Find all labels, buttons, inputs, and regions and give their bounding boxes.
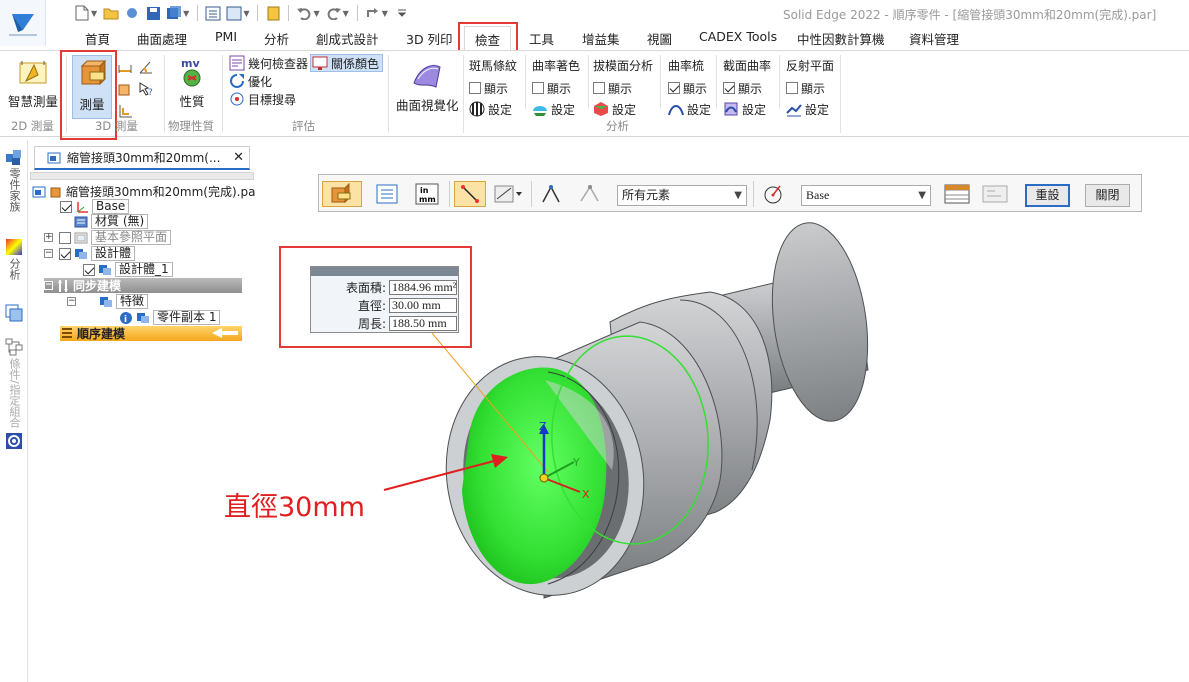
surface-area-value[interactable]: 1884.96 mm²: [389, 279, 457, 295]
surface-area-label: 表面積:: [345, 280, 386, 295]
measure-readout-panel: 表面積: 1884.96 mm² 直徑: 30.00 mm 周長: 188.50…: [310, 266, 459, 333]
perimeter-label: 周長:: [357, 316, 386, 331]
diameter-row: 直徑: 30.00 mm: [311, 297, 460, 313]
surface-area-row: 表面積: 1884.96 mm²: [311, 279, 460, 295]
triad-z-label: Z: [539, 420, 547, 433]
diameter-value[interactable]: 30.00 mm: [389, 297, 457, 313]
triad-y-label: Y: [572, 456, 580, 469]
graphics-viewport[interactable]: Z X Y: [0, 0, 1189, 682]
triad-x-label: X: [582, 488, 590, 501]
readout-grip[interactable]: [311, 267, 458, 276]
diameter-annotation-text: 直徑30mm: [224, 492, 365, 523]
diameter-label: 直徑:: [357, 298, 386, 313]
perimeter-value[interactable]: 188.50 mm: [389, 315, 457, 331]
perimeter-row: 周長: 188.50 mm: [311, 315, 460, 331]
